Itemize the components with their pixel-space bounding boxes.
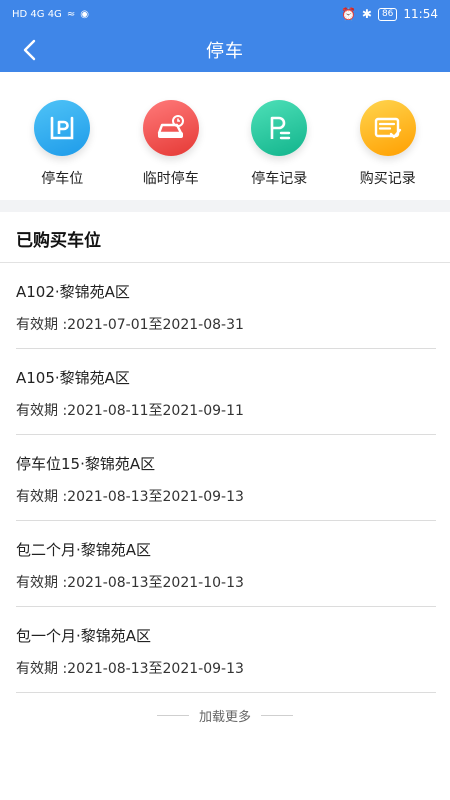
quick-action-temp-parking[interactable]: 临时停车: [121, 72, 221, 200]
status-left: HD 4G 4G ≈ ◉: [12, 9, 89, 20]
quick-actions: 停车位 临时停车 停车记录 购买记录: [0, 72, 450, 200]
list-item[interactable]: 包一个月·黎锦苑A区 有效期 :2021-08-13至2021-09-13: [16, 607, 436, 693]
validity-period: 有效期 :2021-07-01至2021-08-31: [16, 317, 244, 333]
validity-period: 有效期 :2021-08-13至2021-09-13: [16, 489, 244, 505]
list-item[interactable]: A102·黎锦苑A区 有效期 :2021-07-01至2021-08-31: [16, 263, 436, 349]
load-more-label: 加载更多: [198, 709, 251, 725]
wifi-icon: ≈: [66, 8, 76, 20]
parking-record-icon: [251, 100, 308, 156]
quick-action-label: 停车记录: [251, 171, 308, 187]
space-name: A102·黎锦苑A区: [16, 283, 130, 301]
section-divider: [0, 200, 450, 212]
bluetooth-icon: ✱: [361, 7, 372, 21]
purchase-record-icon: [359, 100, 416, 156]
validity-period: 有效期 :2021-08-11至2021-09-11: [16, 403, 244, 419]
divider-line: [156, 714, 189, 716]
quick-action-label: 停车位: [41, 171, 84, 187]
section-title: 已购买车位: [16, 231, 101, 251]
list-item[interactable]: 包二个月·黎锦苑A区 有效期 :2021-08-13至2021-10-13: [16, 521, 436, 607]
space-name: 包二个月·黎锦苑A区: [16, 541, 152, 559]
validity-period: 有效期 :2021-08-13至2021-10-13: [16, 575, 244, 591]
back-button[interactable]: [14, 34, 46, 66]
parking-space-icon: [34, 100, 91, 156]
battery-indicator: 86: [377, 7, 398, 21]
clock: 11:54: [403, 7, 438, 21]
status-right: ⏰ ✱ 86 11:54: [341, 7, 438, 21]
status-bar: HD 4G 4G ≈ ◉ ⏰ ✱ 86 11:54: [0, 0, 450, 28]
validity-period: 有效期 :2021-08-13至2021-09-13: [16, 661, 244, 677]
temp-parking-car-icon: [142, 100, 199, 156]
quick-action-label: 购买记录: [359, 171, 416, 187]
app-header: HD 4G 4G ≈ ◉ ⏰ ✱ 86 11:54 停车: [0, 0, 450, 72]
quick-action-parking-record[interactable]: 停车记录: [229, 72, 329, 200]
quick-action-purchase-record[interactable]: 购买记录: [338, 72, 438, 200]
space-name: 包一个月·黎锦苑A区: [16, 627, 152, 645]
chevron-left-icon: [23, 39, 36, 61]
network-indicator: HD 4G 4G: [12, 8, 62, 20]
alarm-icon: ⏰: [340, 7, 356, 21]
list-item[interactable]: A105·黎锦苑A区 有效期 :2021-08-11至2021-09-11: [16, 349, 436, 435]
space-name: A105·黎锦苑A区: [16, 369, 130, 387]
eye-icon: ◉: [80, 8, 89, 20]
nav-bar: 停车: [0, 28, 450, 72]
page-title: 停车: [206, 41, 244, 62]
load-more-button[interactable]: 加载更多: [0, 704, 450, 726]
divider-line: [261, 714, 293, 716]
quick-action-parking-space[interactable]: 停车位: [12, 72, 112, 200]
quick-action-label: 临时停车: [142, 171, 199, 187]
purchased-space-list: A102·黎锦苑A区 有效期 :2021-07-01至2021-08-31 A1…: [16, 263, 436, 693]
space-name: 停车位15·黎锦苑A区: [16, 455, 156, 473]
list-item[interactable]: 停车位15·黎锦苑A区 有效期 :2021-08-13至2021-09-13: [16, 435, 436, 521]
